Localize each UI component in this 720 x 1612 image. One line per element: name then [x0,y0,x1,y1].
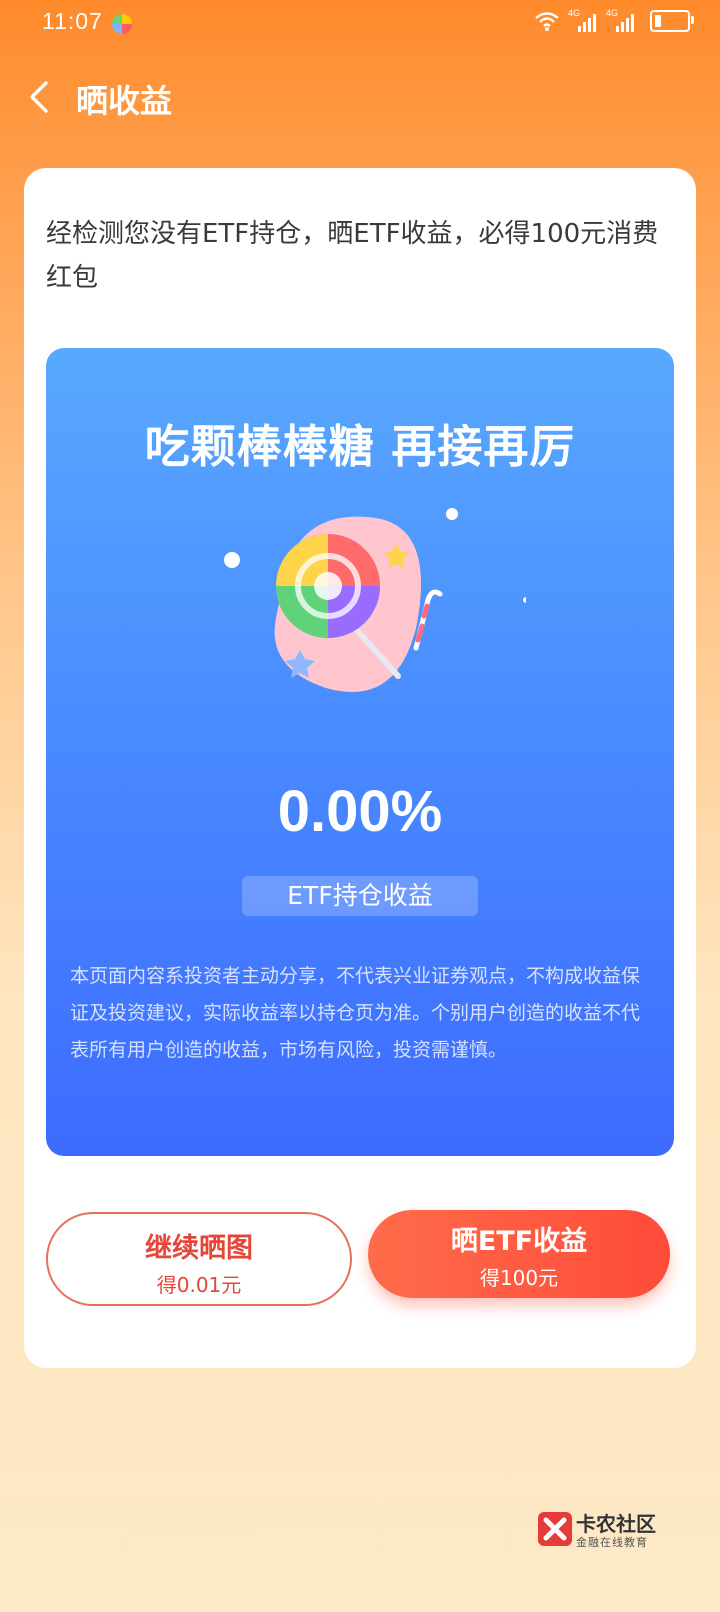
share-etf-reward: 得100元 [479,1266,559,1290]
app-icon [112,14,132,34]
signal-icon: 4G [568,8,596,32]
continue-share-button[interactable]: 继续晒图 得0.01元 [46,1212,352,1306]
battery-icon [650,10,694,32]
status-time: 11:07 [42,8,103,34]
return-label: ETF持仓收益 [242,876,478,916]
notice-text: 经检测您没有ETF持仓，晒ETF收益，必得100元消费红包 [46,219,659,293]
result-panel: 吃颗棒棒糖 再接再厉 0.00% ETF持仓收益 本页面内容系投资者主动分享，不… [46,348,674,1156]
nav-bar: 晒收益 [0,62,720,132]
watermark-subtitle: 金融在线教育 [576,1536,648,1549]
signal-label: 4G [568,8,581,18]
disclaimer-text: 本页面内容系投资者主动分享，不代表兴业证券观点，不构成收益保证及投资建议，实际收… [70,965,641,1061]
status-icons: 4G 4G [534,8,694,32]
panel-headline: 吃颗棒棒糖 再接再厉 [144,420,576,473]
watermark-logo-icon [538,1512,572,1546]
lollipop-illustration [224,508,526,692]
sparkle-dot [224,552,240,568]
watermark: 卡农社区 金融在线教育 [536,1508,656,1552]
signal-icon: 4G [606,8,634,32]
return-percent: 0.00% [277,779,443,844]
status-bar: 11:07 4G 4G [0,0,720,48]
signal-label: 4G [606,8,619,18]
page-title: 晒收益 [76,82,173,120]
share-etf-button[interactable]: 晒ETF收益 得100元 [368,1210,670,1298]
back-chevron-icon[interactable] [24,80,58,114]
continue-share-label: 继续晒图 [145,1233,253,1264]
continue-share-reward: 得0.01元 [156,1273,242,1297]
sparkle-dot [446,508,458,520]
watermark-title: 卡农社区 [576,1512,656,1536]
main-card: 经检测您没有ETF持仓，晒ETF收益，必得100元消费红包 吃颗棒棒糖 再接再厉… [24,168,696,1368]
share-etf-label: 晒ETF收益 [450,1226,588,1257]
sparkle-dot [523,597,526,603]
wifi-icon [535,12,559,31]
